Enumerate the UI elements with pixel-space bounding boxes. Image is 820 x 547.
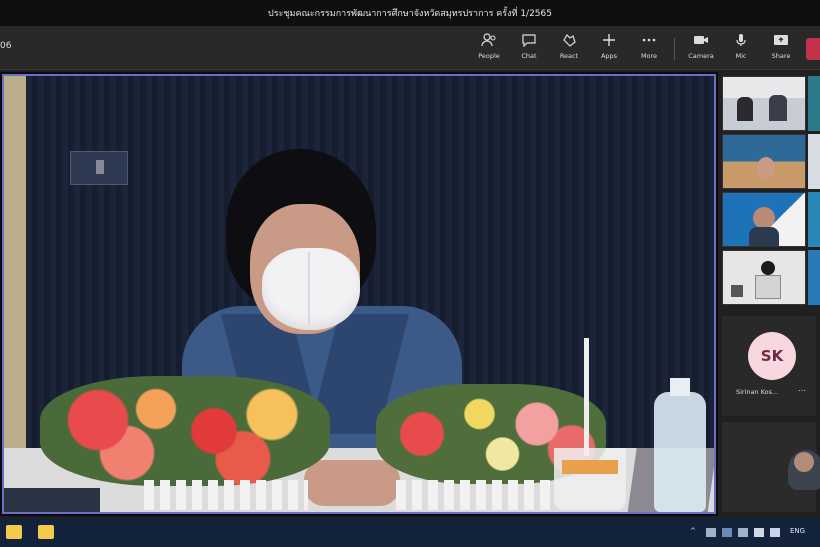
participant-video-edge[interactable] [808,134,820,189]
participant-video[interactable] [722,134,806,189]
desk-monitor [4,488,100,512]
participant-name: Sirinan Kos... [736,388,779,396]
participants-panel: SK Sirinan Kos... ⋯ [718,72,820,516]
participant-video-edge[interactable] [808,192,820,247]
participant-video-edge[interactable] [808,76,820,131]
self-video-tile[interactable] [722,422,820,512]
people-label: People [478,52,500,60]
chat-icon [521,32,537,48]
speaker-hands [304,460,400,506]
leave-button[interactable] [806,38,820,60]
wall-switch [70,151,128,185]
file-explorer-icon[interactable] [6,525,22,539]
network-icon[interactable] [706,528,716,537]
app-tray-icon[interactable] [770,528,780,537]
folder-icon[interactable] [38,525,54,539]
flower-arrangement-left [40,376,330,486]
apps-button[interactable]: Apps [591,32,627,66]
mic-button[interactable]: Mic [723,32,759,66]
drinking-straw [584,338,589,456]
apps-icon [601,32,617,48]
share-icon [773,32,789,48]
flower-fence-left [144,480,308,510]
battery-icon[interactable] [738,528,748,537]
chat-button[interactable]: Chat [511,32,547,66]
meeting-timer: 06 [0,41,12,51]
avatar: SK [748,332,796,380]
face-mask [262,248,360,330]
water-bottle [654,378,706,512]
camera-button[interactable]: Camera [683,32,719,66]
apps-label: Apps [600,52,618,60]
more-icon [641,32,657,48]
toolbar-divider [674,38,675,60]
os-taskbar: ^ ENG [0,518,820,547]
people-button[interactable]: People [471,32,507,66]
more-label: More [640,52,658,60]
mic-label: Mic [735,52,747,60]
flower-fence-right [396,480,556,510]
react-label: React [559,52,579,60]
drink-cup [554,448,626,510]
share-label: Share [771,52,791,60]
camera-label: Camera [688,52,714,60]
react-button[interactable]: React [551,32,587,66]
tray-chevron-icon[interactable]: ^ [690,527,696,535]
participant-more-icon[interactable]: ⋯ [798,386,806,395]
meeting-toolbar: 06 People Chat React Apps More Camera Mi… [0,26,820,70]
language-indicator[interactable]: ENG [790,527,805,535]
self-face [794,452,814,472]
app-tray-icon[interactable] [754,528,764,537]
participant-video[interactable] [722,192,806,247]
window-title: ประชุมคณะกรรมการพัฒนาการศึกษาจังหวัดสมุท… [0,0,820,26]
participant-video[interactable] [722,76,806,131]
chat-label: Chat [521,52,537,60]
participant-tile[interactable]: SK Sirinan Kos... ⋯ [722,316,816,416]
react-icon [561,32,577,48]
participant-video[interactable] [722,250,806,305]
people-icon [481,32,497,48]
mic-icon [733,32,749,48]
camera-icon [693,32,709,48]
participant-video-edge[interactable] [808,250,820,305]
volume-icon[interactable] [722,528,732,537]
main-video-feed [2,74,716,514]
meeting-stage [0,72,718,516]
share-button[interactable]: Share [763,32,799,66]
more-button[interactable]: More [631,32,667,66]
